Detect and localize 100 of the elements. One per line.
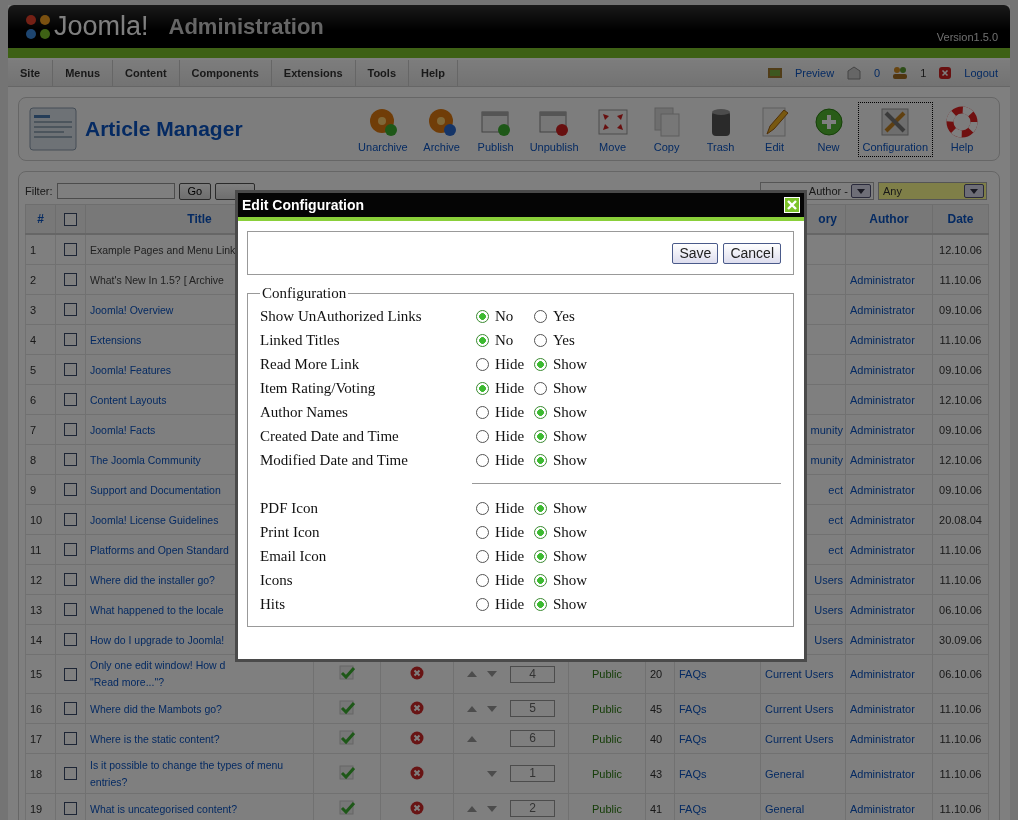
option-label[interactable]: Hide bbox=[495, 379, 525, 397]
check-icon[interactable] bbox=[339, 799, 355, 816]
toolbar-button[interactable]: Trash bbox=[695, 101, 746, 157]
radio-button[interactable] bbox=[534, 501, 547, 515]
access-level[interactable]: Public bbox=[592, 767, 622, 780]
radio-button[interactable] bbox=[476, 381, 489, 395]
menu-item[interactable]: Help bbox=[409, 60, 458, 86]
option-label[interactable]: Show bbox=[553, 571, 588, 589]
check-icon[interactable] bbox=[339, 699, 355, 716]
category-link[interactable]: munity bbox=[810, 453, 843, 466]
option-label[interactable]: Show bbox=[553, 427, 588, 445]
row-checkbox[interactable] bbox=[64, 802, 77, 816]
up-arrow-icon[interactable] bbox=[467, 705, 477, 712]
article-title[interactable]: Joomla! Facts bbox=[90, 423, 156, 436]
article-title[interactable]: What happened to the locale bbox=[90, 603, 224, 616]
radio-button[interactable] bbox=[476, 549, 489, 563]
option-label[interactable]: Hide bbox=[495, 355, 525, 373]
row-checkbox[interactable] bbox=[64, 363, 77, 377]
cross-icon[interactable] bbox=[410, 700, 424, 715]
radio-button[interactable] bbox=[534, 309, 547, 323]
row-checkbox[interactable] bbox=[64, 393, 77, 407]
radio-button[interactable] bbox=[534, 453, 547, 467]
option-label[interactable]: Hide bbox=[495, 547, 525, 565]
column-header[interactable]: ory bbox=[818, 212, 837, 226]
option-label[interactable]: Hide bbox=[495, 427, 525, 445]
cross-icon[interactable] bbox=[410, 730, 424, 745]
category-link[interactable]: ect bbox=[828, 483, 843, 496]
menu-item[interactable]: Components bbox=[179, 60, 272, 86]
category-link[interactable]: General bbox=[765, 767, 805, 780]
option-label[interactable]: Show bbox=[553, 451, 588, 469]
row-checkbox[interactable] bbox=[64, 423, 77, 437]
cross-icon[interactable] bbox=[410, 765, 424, 780]
access-level[interactable]: Public bbox=[592, 732, 622, 745]
option-label[interactable]: Show bbox=[553, 499, 588, 517]
row-checkbox[interactable] bbox=[64, 483, 77, 497]
option-label[interactable]: Show bbox=[553, 379, 588, 397]
option-label[interactable]: No bbox=[495, 307, 514, 325]
category-link[interactable]: Users bbox=[814, 603, 843, 616]
row-checkbox[interactable] bbox=[64, 633, 77, 647]
row-checkbox[interactable] bbox=[64, 273, 77, 287]
article-title[interactable]: Platforms and Open Standard bbox=[90, 543, 229, 556]
access-level[interactable]: Public bbox=[592, 702, 622, 715]
check-icon[interactable] bbox=[339, 764, 355, 781]
row-checkbox[interactable] bbox=[64, 667, 77, 681]
row-checkbox[interactable] bbox=[64, 453, 77, 467]
logout-link[interactable]: Logout bbox=[964, 67, 998, 79]
order-field[interactable]: 2 bbox=[510, 800, 555, 817]
option-label[interactable]: Yes bbox=[553, 307, 575, 325]
toolbar-button[interactable]: Help bbox=[937, 101, 987, 157]
dialog-button[interactable]: Save bbox=[672, 242, 719, 264]
row-checkbox[interactable] bbox=[64, 243, 77, 257]
access-level[interactable]: Public bbox=[592, 668, 622, 680]
row-checkbox[interactable] bbox=[64, 702, 77, 716]
order-field[interactable]: 1 bbox=[510, 765, 555, 782]
cross-icon[interactable] bbox=[410, 800, 424, 815]
radio-button[interactable] bbox=[476, 405, 489, 419]
article-title[interactable]: Joomla! Features bbox=[90, 363, 172, 376]
radio-button[interactable] bbox=[534, 381, 547, 395]
row-checkbox[interactable] bbox=[64, 333, 77, 347]
close-button[interactable] bbox=[784, 197, 800, 213]
radio-button[interactable] bbox=[534, 333, 547, 347]
option-label[interactable]: Show bbox=[553, 595, 588, 613]
toolbar-button[interactable]: Copy bbox=[641, 101, 692, 157]
toolbar-button[interactable]: New bbox=[803, 101, 854, 157]
down-arrow-icon[interactable] bbox=[487, 705, 497, 712]
cross-icon[interactable] bbox=[410, 666, 424, 680]
row-checkbox[interactable] bbox=[64, 513, 77, 527]
category-link[interactable]: munity bbox=[810, 423, 843, 436]
radio-button[interactable] bbox=[476, 309, 489, 323]
menu-item[interactable]: Extensions bbox=[271, 60, 356, 86]
menu-item[interactable]: Menus bbox=[53, 60, 114, 86]
option-label[interactable]: Yes bbox=[553, 331, 575, 349]
menu-item[interactable]: Tools bbox=[355, 60, 409, 86]
option-label[interactable]: Show bbox=[553, 355, 588, 373]
radio-button[interactable] bbox=[476, 597, 489, 611]
row-checkbox[interactable] bbox=[64, 603, 77, 617]
filter-field[interactable] bbox=[56, 183, 175, 199]
down-arrow-icon[interactable] bbox=[487, 671, 497, 677]
toolbar-button[interactable]: Unarchive bbox=[353, 101, 413, 157]
state-select[interactable]: Any bbox=[878, 182, 987, 200]
option-label[interactable]: Hide bbox=[495, 499, 525, 517]
radio-button[interactable] bbox=[476, 573, 489, 587]
article-title[interactable]: Joomla! Overview bbox=[90, 303, 174, 316]
down-arrow-icon[interactable] bbox=[487, 770, 497, 777]
preview-link[interactable]: Preview bbox=[794, 67, 835, 79]
select-all-checkbox[interactable] bbox=[64, 213, 77, 227]
option-label[interactable]: Hide bbox=[495, 595, 525, 613]
option-label[interactable]: Hide bbox=[495, 523, 525, 541]
dialog-button[interactable]: Cancel bbox=[723, 242, 781, 264]
up-arrow-icon[interactable] bbox=[467, 735, 477, 742]
section-link[interactable]: FAQs bbox=[679, 702, 707, 715]
radio-button[interactable] bbox=[534, 429, 547, 443]
order-field[interactable]: 5 bbox=[510, 700, 555, 717]
radio-button[interactable] bbox=[534, 405, 547, 419]
radio-button[interactable] bbox=[476, 357, 489, 371]
row-checkbox[interactable] bbox=[64, 767, 77, 781]
toolbar-button[interactable]: Edit bbox=[749, 101, 800, 157]
article-title[interactable]: Where did the installer go? bbox=[90, 573, 215, 586]
row-checkbox[interactable] bbox=[64, 732, 77, 746]
order-field[interactable]: 4 bbox=[510, 665, 555, 683]
